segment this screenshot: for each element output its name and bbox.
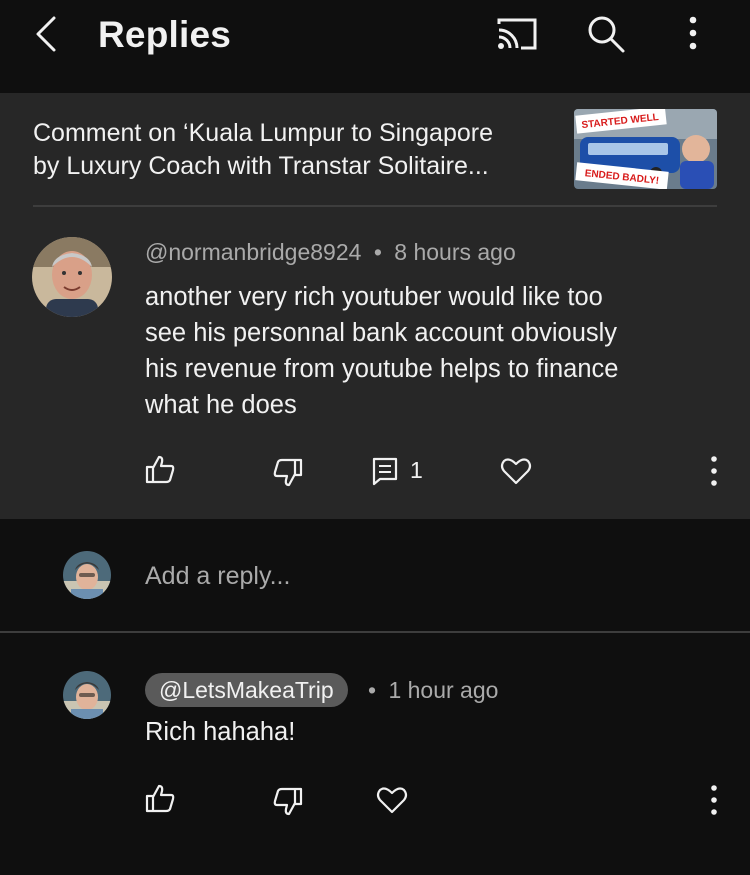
comment-meta: @normanbridge8924 • 8 hours ago	[145, 239, 516, 266]
dislike-icon[interactable]	[272, 457, 304, 489]
add-reply-row[interactable]: Add a reply...	[0, 519, 750, 631]
comment-author[interactable]: @normanbridge8924	[145, 239, 361, 265]
cast-icon[interactable]	[495, 16, 539, 52]
comment-text-line: his revenue from youtube helps to financ…	[145, 355, 619, 383]
video-context-line: by Luxury Coach with Transtar Solitaire.…	[33, 152, 489, 180]
reply-time: 1 hour ago	[388, 677, 499, 703]
comment-text-line: what he does	[145, 391, 297, 419]
video-thumbnail[interactable]: STARTED WELL ENDED BADLY!	[574, 109, 717, 189]
reply-text: Rich hahaha!	[145, 718, 296, 746]
avatar[interactable]	[32, 237, 112, 317]
reply-meta: • 1 hour ago	[368, 677, 498, 704]
divider	[33, 205, 717, 207]
meta-separator: •	[368, 677, 377, 703]
dislike-icon[interactable]	[272, 786, 304, 818]
divider	[0, 631, 750, 633]
add-reply-input[interactable]: Add a reply...	[145, 562, 290, 591]
comment-panel: Comment on ‘Kuala Lumpur to Singapore by…	[0, 93, 750, 519]
comment-text-line: see his personnal bank account obviously	[145, 319, 618, 347]
comment-text: another very rich youtuber would like to…	[145, 279, 725, 423]
video-context[interactable]: Comment on ‘Kuala Lumpur to Singapore by…	[33, 117, 573, 183]
comment-more-icon[interactable]	[698, 455, 730, 487]
video-context-line: Comment on ‘Kuala Lumpur to Singapore	[33, 119, 493, 147]
comment-time: 8 hours ago	[394, 239, 516, 265]
meta-separator: •	[373, 239, 382, 265]
creator-badge[interactable]: @LetsMakeaTrip	[145, 673, 348, 707]
like-icon[interactable]	[144, 453, 176, 485]
avatar	[63, 551, 111, 599]
like-icon[interactable]	[144, 782, 176, 814]
chevron-left-icon[interactable]	[28, 14, 68, 54]
avatar[interactable]	[63, 671, 111, 719]
page-title: Replies	[98, 14, 232, 55]
more-vertical-icon[interactable]	[680, 14, 706, 54]
comment-text-line: another very rich youtuber would like to…	[145, 283, 603, 311]
heart-icon[interactable]	[376, 784, 408, 816]
heart-icon[interactable]	[500, 455, 532, 487]
reply-more-icon[interactable]	[698, 784, 730, 816]
search-icon[interactable]	[585, 13, 627, 55]
top-app-bar: Replies	[0, 0, 750, 93]
reply-count[interactable]: 1	[410, 457, 423, 484]
replies-icon[interactable]	[370, 455, 402, 487]
